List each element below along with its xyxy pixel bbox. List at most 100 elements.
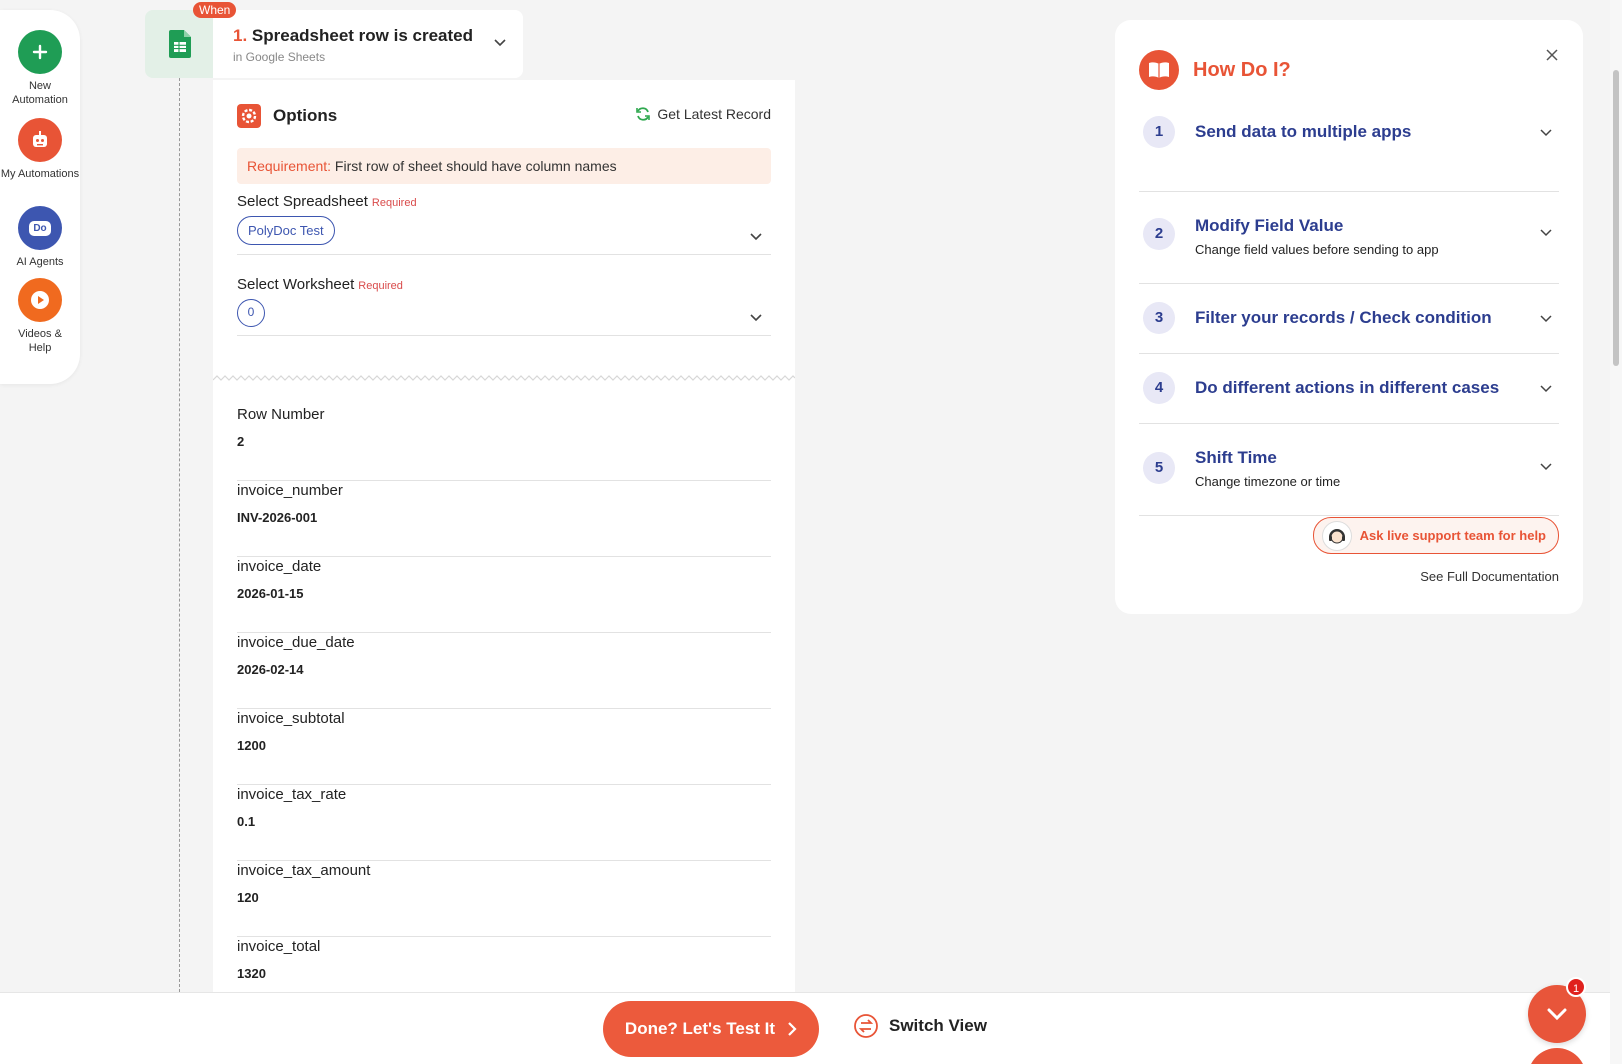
help-step-number: 1 — [1143, 116, 1175, 148]
options-panel: Options Get Latest Record Requirement: F… — [213, 80, 795, 992]
chevron-down-icon[interactable] — [1539, 128, 1553, 138]
spreadsheet-chip[interactable]: PolyDoc Test — [237, 216, 335, 245]
gear-icon — [237, 104, 261, 128]
options-header: Options — [237, 104, 337, 128]
worksheet-label-text: Select Worksheet — [237, 276, 355, 293]
chevron-down-icon[interactable] — [1539, 462, 1553, 472]
my-automations-label: My Automations — [0, 168, 80, 180]
chevron-down-icon[interactable] — [749, 313, 763, 323]
help-step-number: 3 — [1143, 302, 1175, 334]
trigger-title-text: Spreadsheet row is created — [251, 26, 474, 45]
how-do-i-header: How Do I? — [1139, 50, 1291, 90]
field-name: invoice_date — [237, 558, 322, 575]
spreadsheet-select[interactable]: Select Spreadsheet Required PolyDoc Test — [237, 193, 771, 255]
field-value: 1200 — [237, 738, 266, 753]
worksheet-select-label: Select Worksheet Required — [237, 276, 771, 293]
left-rail: New Automation My Automations Do AI Agen… — [0, 10, 80, 384]
help-item-title: Send data to multiple apps — [1195, 122, 1412, 141]
help-item-modify-field[interactable]: 2 Modify Field Value Change field values… — [1139, 192, 1559, 284]
requirement-text: First row of sheet should have column na… — [331, 158, 617, 174]
field-name: Row Number — [237, 406, 325, 423]
field-value: 120 — [237, 890, 259, 905]
notification-badge: 1 — [1566, 977, 1586, 997]
close-icon[interactable] — [1545, 48, 1559, 62]
trigger-card[interactable]: 1. Spreadsheet row is created in Google … — [213, 10, 523, 78]
field-invoice-due-date: invoice_due_date 2026-02-14 — [237, 634, 771, 709]
page-scrollbar[interactable] — [1610, 0, 1622, 1064]
worksheet-select[interactable]: Select Worksheet Required 0 — [237, 276, 771, 336]
chevron-down-icon[interactable] — [1539, 228, 1553, 238]
ask-live-support-label: Ask live support team for help — [1359, 528, 1546, 543]
help-item-title: Do different actions in different cases — [1195, 378, 1500, 397]
field-value: 2026-01-15 — [237, 586, 304, 601]
help-item-subtitle: Change timezone or time — [1195, 474, 1341, 489]
chevron-down-icon[interactable] — [1539, 384, 1553, 394]
requirement-label: Requirement: — [247, 158, 332, 174]
new-automation-label: New Automation — [12, 80, 68, 106]
field-row-number: Row Number 2 — [237, 406, 771, 481]
chevron-down-icon[interactable] — [1539, 314, 1553, 324]
how-do-i-panel: How Do I? 1 Send data to multiple apps 2… — [1115, 20, 1583, 614]
when-badge: When — [193, 2, 237, 18]
spreadsheet-select-label: Select Spreadsheet Required — [237, 193, 771, 210]
field-name: invoice_subtotal — [237, 710, 345, 727]
trigger-subtitle: in Google Sheets — [233, 50, 326, 64]
my-automations-button[interactable]: My Automations — [0, 118, 80, 181]
plus-icon — [18, 30, 62, 74]
switch-view-label: Switch View — [889, 1016, 987, 1035]
chevron-down-icon[interactable] — [493, 38, 507, 48]
see-full-documentation-link[interactable]: See Full Documentation — [1420, 569, 1559, 584]
field-invoice-tax-amount: invoice_tax_amount 120 — [237, 862, 771, 937]
ai-agents-glyph: Do — [29, 220, 51, 236]
field-invoice-date: invoice_date 2026-01-15 — [237, 558, 771, 633]
help-item-title: Modify Field Value — [1195, 216, 1344, 235]
chat-icon: Do — [18, 206, 62, 250]
help-item-shift-time[interactable]: 5 Shift Time Change timezone or time — [1139, 424, 1559, 516]
field-value: 0.1 — [237, 814, 256, 829]
required-tag: Required — [371, 197, 417, 209]
new-automation-button[interactable]: New Automation — [0, 30, 80, 107]
help-item-subtitle: Change field values before sending to ap… — [1195, 242, 1439, 257]
help-item-title: Shift Time — [1195, 448, 1277, 467]
scrollbar-thumb[interactable] — [1613, 70, 1619, 366]
trigger-title: 1. Spreadsheet row is created — [233, 26, 473, 46]
field-name: invoice_tax_amount — [237, 862, 371, 879]
get-latest-record-button[interactable]: Get Latest Record — [635, 106, 771, 122]
field-name: invoice_due_date — [237, 634, 355, 651]
videos-help-button[interactable]: Videos & Help — [0, 278, 80, 355]
options-title: Options — [273, 106, 338, 125]
refresh-icon — [636, 107, 651, 121]
ai-agents-label: AI Agents — [16, 256, 64, 268]
switch-view-button[interactable]: Switch View — [853, 1013, 987, 1039]
trigger-number: 1. — [233, 26, 248, 45]
field-invoice-total: invoice_total 1320 — [237, 938, 771, 992]
switch-arrows-icon — [854, 1014, 878, 1038]
google-sheets-app-tile — [145, 10, 215, 78]
help-item-send-data[interactable]: 1 Send data to multiple apps — [1139, 112, 1559, 192]
ai-agents-button[interactable]: Do AI Agents — [0, 206, 80, 269]
field-value: 1320 — [237, 966, 266, 981]
test-automation-label: Done? Let's Test It — [624, 1019, 776, 1038]
bottom-action-bar: Done? Let's Test It Switch View — [0, 992, 1622, 1064]
field-value: 2026-02-14 — [237, 662, 304, 677]
ask-live-support-button[interactable]: Ask live support team for help — [1312, 517, 1559, 554]
videos-help-label: Videos & Help — [18, 328, 62, 354]
flow-connector-line — [179, 78, 180, 992]
help-item-filter-records[interactable]: 3 Filter your records / Check condition — [1139, 284, 1559, 354]
field-name: invoice_total — [237, 938, 321, 955]
chevron-down-icon[interactable] — [749, 232, 763, 242]
required-tag: Required — [358, 280, 403, 292]
book-icon — [1139, 50, 1179, 90]
chevron-right-icon — [788, 1022, 797, 1036]
test-automation-button[interactable]: Done? Let's Test It — [603, 1001, 819, 1057]
field-name: invoice_tax_rate — [237, 786, 347, 803]
spreadsheet-label-text: Select Spreadsheet — [237, 193, 368, 210]
worksheet-chip[interactable]: 0 — [237, 299, 265, 327]
google-sheets-icon — [169, 30, 191, 58]
help-step-number: 4 — [1143, 372, 1175, 404]
help-item-different-actions[interactable]: 4 Do different actions in different case… — [1139, 354, 1559, 424]
play-icon — [18, 278, 62, 322]
field-invoice-tax-rate: invoice_tax_rate 0.1 — [237, 786, 771, 861]
help-step-number: 5 — [1143, 452, 1175, 484]
section-divider-zigzag — [213, 375, 795, 381]
